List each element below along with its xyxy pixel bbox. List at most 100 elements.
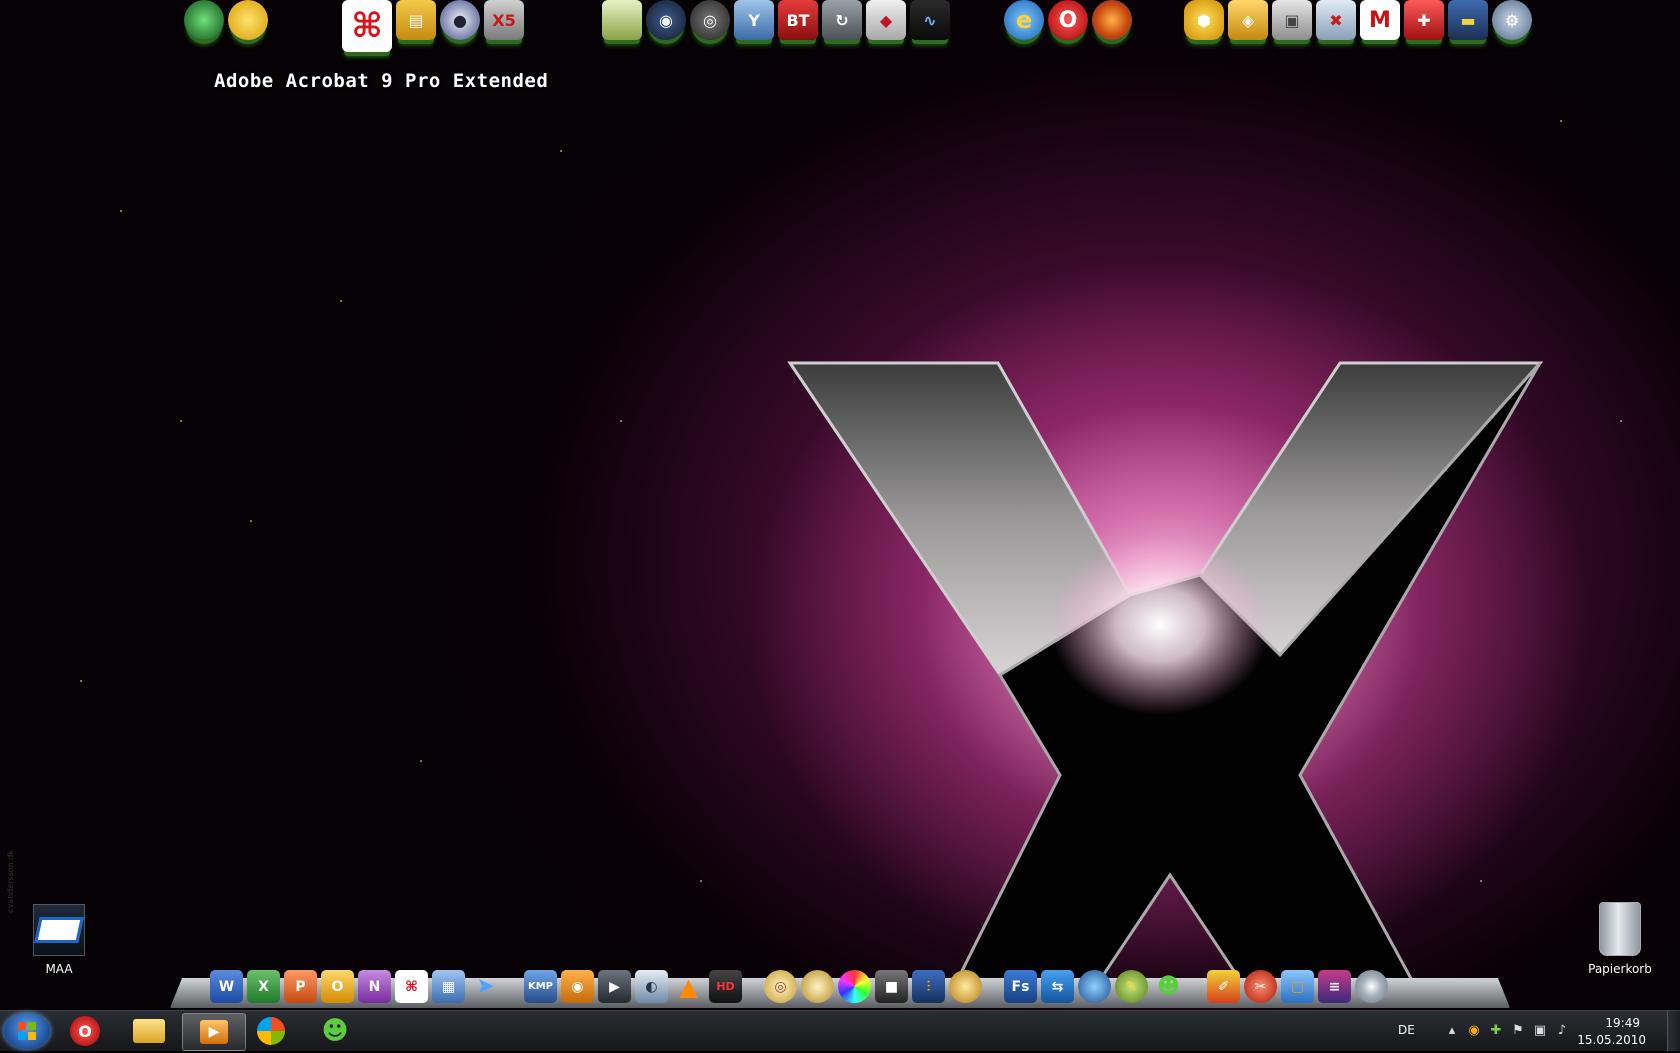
firefox-icon[interactable] <box>1092 0 1132 40</box>
star <box>1620 420 1622 422</box>
folder-icon <box>133 1019 165 1043</box>
flash-drive-icon[interactable]: ▬ <box>1448 0 1488 40</box>
xara-icon[interactable]: X5 <box>484 0 524 40</box>
google-earth-icon[interactable] <box>1078 970 1111 1003</box>
powerpoint-icon[interactable]: P <box>284 970 317 1003</box>
flag-icon[interactable]: ⚑ <box>1510 1023 1526 1039</box>
dock-hover-label: Adobe Acrobat 9 Pro Extended <box>214 70 549 92</box>
dvd-icon[interactable]: ◐ <box>635 970 668 1003</box>
hd-player-icon[interactable]: HD <box>709 970 742 1003</box>
opera-icon[interactable]: O <box>1048 0 1088 40</box>
camcorder-icon[interactable]: ■ <box>875 970 908 1003</box>
desktop-icon-recycle-bin[interactable]: Papierkorb <box>1580 902 1660 976</box>
hexagons-icon[interactable]: ⬢ <box>1184 0 1224 40</box>
excel-icon[interactable]: X <box>247 970 280 1003</box>
winrar-icon[interactable]: ≡ <box>1318 970 1351 1003</box>
messenger-icon[interactable]: ☻ <box>1152 970 1185 1003</box>
system-tray: DE ▴ ◉ ✚ ⚑ ▣ ♪ 19:49 15.05.2010 <box>1350 1011 1680 1051</box>
watermark: cvandersson.dk <box>6 850 15 913</box>
uninstall-icon[interactable]: ✖ <box>1316 0 1356 40</box>
kmplayer-icon[interactable]: KMP <box>524 970 557 1003</box>
media-player-icon: ▶ <box>200 1020 228 1044</box>
tools-icon[interactable]: ✚ <box>1404 0 1444 40</box>
network-tool-icon[interactable]: ✚ <box>1488 1023 1504 1039</box>
onenote-icon[interactable]: N <box>358 970 391 1003</box>
yahoo-icon[interactable]: Y <box>734 0 774 40</box>
disc-icon[interactable] <box>1355 970 1388 1003</box>
messenger-icon: ☻ <box>321 1016 349 1046</box>
taskbar-explorer-button[interactable] <box>118 1013 180 1049</box>
ie-icon[interactable]: e <box>1004 0 1044 40</box>
show-desktop-button[interactable] <box>1667 1011 1680 1051</box>
wave-icon[interactable]: ∿ <box>910 0 950 40</box>
rainbow-disc-icon[interactable] <box>838 970 871 1003</box>
user-icon[interactable]: ● <box>440 0 480 40</box>
opera-icon: O <box>70 1016 100 1046</box>
star <box>80 680 82 682</box>
desktop-icon-maa[interactable]: MAA <box>19 904 99 976</box>
wallpaper <box>0 0 1680 1010</box>
volume-icon[interactable]: ♪ <box>1554 1023 1570 1039</box>
taskbar-messenger-button[interactable]: ☻ <box>304 1013 366 1049</box>
taskbar: O ▶ ☻ DE ▴ ◉ ✚ ⚑ ▣ ♪ 19:49 15.05.2010 <box>0 1010 1680 1051</box>
notes-icon[interactable] <box>602 0 642 40</box>
smiley-icon[interactable] <box>228 0 268 40</box>
paint-icon[interactable]: ✐ <box>1207 970 1240 1003</box>
filesync-icon[interactable]: Fs <box>1004 970 1037 1003</box>
star <box>620 420 622 422</box>
star <box>340 300 342 302</box>
acrobat-icon[interactable]: ⌘ <box>395 970 428 1003</box>
recycle-bin-icon <box>1599 902 1641 956</box>
virtualbox-icon[interactable]: ▢ <box>1281 970 1314 1003</box>
equalizer-icon[interactable]: ⫶ <box>912 970 945 1003</box>
security-shield-icon[interactable]: ◈ <box>1228 0 1268 40</box>
camera-icon[interactable]: ◉ <box>561 970 594 1003</box>
start-button[interactable] <box>4 1013 50 1049</box>
taskbar-media-button[interactable]: ▶ <box>182 1013 246 1051</box>
windows-logo-icon <box>18 1022 36 1040</box>
earth-tools-icon[interactable]: ✎ <box>1115 970 1148 1003</box>
disc-gold-icon[interactable] <box>801 970 834 1003</box>
star <box>560 150 562 152</box>
dvd-gold-icon[interactable] <box>949 970 982 1003</box>
taskbar-windows-button[interactable] <box>240 1013 302 1049</box>
network-icon[interactable]: ▣ <box>1532 1023 1548 1039</box>
burn-disc-icon[interactable]: ◎ <box>764 970 797 1003</box>
office-picture-icon[interactable]: ▦ <box>432 970 465 1003</box>
desktop-icon-label: MAA <box>45 962 73 976</box>
top-dock-group-4: e O <box>1004 0 1132 46</box>
clock-time[interactable]: 19:49 <box>1605 1016 1640 1030</box>
clock-date[interactable]: 15.05.2010 <box>1577 1033 1646 1047</box>
chevron-up-icon[interactable]: ▴ <box>1444 1023 1460 1039</box>
backup-icon[interactable]: ↻ <box>822 0 862 40</box>
star <box>180 420 182 422</box>
top-dock-group-2: ⌘ ▤ ● X5 <box>342 0 524 52</box>
antivirus-icon[interactable]: ◉ <box>1466 1023 1482 1039</box>
language-indicator[interactable]: DE <box>1398 1023 1415 1037</box>
bittorrent-icon[interactable]: BT <box>778 0 818 40</box>
taskbar-opera-button[interactable]: O <box>54 1013 116 1049</box>
top-dock-group-5: ⬢ ◈ ▣ ✖ M ✚ ▬ ⚙ <box>1184 0 1532 46</box>
bottom-dock-icons: W X P O N ⌘ ▦ ➤ KMP ◉ ▶ ◐ ▲ HD ◎ ■ ⫶ Fs … <box>210 970 1388 1010</box>
teamviewer-icon[interactable]: ⇆ <box>1041 970 1074 1003</box>
photoscape-icon[interactable]: ◎ <box>690 0 730 40</box>
desktop-icon-label: Papierkorb <box>1588 962 1652 976</box>
star <box>1560 120 1562 122</box>
lips-icon[interactable]: ◆ <box>866 0 906 40</box>
send-icon[interactable]: ➤ <box>469 970 502 1003</box>
outlook-icon[interactable]: O <box>321 970 354 1003</box>
media-player-icon[interactable]: ▶ <box>598 970 631 1003</box>
word-icon[interactable]: W <box>210 970 243 1003</box>
star <box>420 760 422 762</box>
malwarebytes-icon[interactable]: M <box>1360 0 1400 40</box>
webcam-icon[interactable]: ◉ <box>646 0 686 40</box>
star <box>700 880 702 882</box>
mac-x-logo <box>787 361 1544 995</box>
vlc-icon[interactable]: ▲ <box>672 970 705 1003</box>
acrobat-icon[interactable]: ⌘ <box>342 0 392 52</box>
settings-icon[interactable]: ⚙ <box>1492 0 1532 40</box>
office-tools-icon[interactable]: ▤ <box>396 0 436 40</box>
disk-icon[interactable]: ▣ <box>1272 0 1312 40</box>
tool-red-icon[interactable]: ✂ <box>1244 970 1277 1003</box>
alien-icon[interactable] <box>184 0 224 40</box>
